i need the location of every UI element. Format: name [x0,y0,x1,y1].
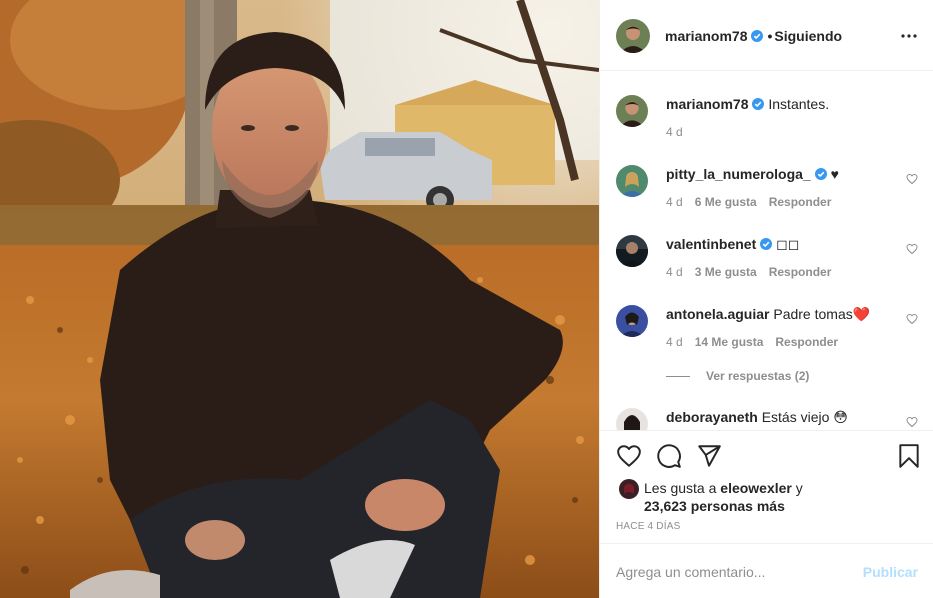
author-username[interactable]: marianom78 [665,28,747,44]
comment-input[interactable] [616,561,846,583]
likes-text: Les gusta a eleowexler y 23,623 personas… [644,479,803,515]
comment-username[interactable]: deborayaneth [666,409,758,425]
comment-body: valentinbenet ◻◻ [666,235,896,253]
comment-text: ◻◻ [776,236,800,252]
likes-conjunction: y [795,480,803,496]
share-icon[interactable] [696,443,722,469]
comment-username[interactable]: antonela.aguiar [666,306,769,322]
caption-meta: 4 d [666,125,695,139]
comment-time[interactable]: 4 d [666,265,683,279]
header-user-line: marianom78 • Siguiendo [665,27,842,45]
comment-username[interactable]: valentinbenet [666,236,756,252]
comment-meta: 4 d 6 Me gusta Responder [666,195,843,209]
comments-list[interactable]: marianom78 Instantes. 4 d pitty_la_numer… [600,72,933,430]
caption-text: Instantes. [768,96,830,112]
verified-badge-icon [752,98,765,110]
post-timestamp[interactable]: Hace 4 días [616,521,680,532]
post-actions: Les gusta a eleowexler y 23,623 personas… [600,430,933,543]
likes-prefix: Les gusta a [644,480,717,496]
view-replies-button[interactable]: Ver respuestas (2) [666,369,809,383]
comment-like-heart-icon[interactable] [906,313,918,325]
verified-badge-icon [751,30,764,42]
bookmark-icon[interactable] [896,443,922,469]
liker-username[interactable]: eleowexler [720,480,792,496]
commenter-avatar[interactable] [616,408,648,430]
verified-badge-icon [760,238,773,250]
caption-body: marianom78 Instantes. [666,95,896,113]
publish-button[interactable]: Publicar [863,564,918,580]
post-photo[interactable] [0,0,599,598]
replies-divider [666,376,690,378]
comment-like-heart-icon[interactable] [906,243,918,255]
verified-badge-icon [814,168,827,180]
comment-body: pitty_la_numerologa_ ♥ [666,165,896,183]
comment-time[interactable]: 4 d [666,195,683,209]
author-avatar[interactable] [616,19,650,53]
more-options-icon[interactable] [900,27,918,45]
comment-meta: 4 d 14 Me gusta Responder [666,335,850,349]
comment-like-heart-icon[interactable] [906,173,918,185]
comment-text: ♥ [830,166,839,182]
add-comment-bar: Publicar [600,543,933,598]
comment-body: antonela.aguiar Padre tomas❤️ [666,305,896,323]
comment-text: Estás viejo 😳 [761,409,848,425]
reply-button[interactable]: Responder [769,265,832,279]
caption-time[interactable]: 4 d [666,125,683,139]
following-button[interactable]: Siguiendo [774,28,842,44]
commenter-avatar[interactable] [616,235,648,267]
post-details-panel: marianom78 • Siguiendo marianom78 Instante… [599,0,933,598]
comment-text: Padre tomas❤️ [773,306,871,322]
comment-time[interactable]: 4 d [666,335,683,349]
comment-likes[interactable]: 14 Me gusta [695,335,764,349]
commenter-avatar[interactable] [616,165,648,197]
commenter-avatar[interactable] [616,305,648,337]
separator-dot: • [767,28,773,44]
comment-like-heart-icon[interactable] [906,416,918,428]
liker-avatar[interactable] [619,479,639,499]
view-replies-label: Ver respuestas (2) [706,369,810,383]
comment-username[interactable]: pitty_la_numerologa_ [666,166,811,182]
post-header: marianom78 • Siguiendo [600,0,933,71]
comment-icon[interactable] [656,443,682,469]
post-image [0,0,599,598]
comment-body: deborayaneth Estás viejo 😳 [666,408,896,426]
caption-avatar[interactable] [616,95,648,127]
reply-button[interactable]: Responder [775,335,838,349]
comment-likes[interactable]: 3 Me gusta [695,265,757,279]
heart-icon[interactable] [616,443,642,469]
reply-button[interactable]: Responder [769,195,832,209]
comment-meta: 4 d 3 Me gusta Responder [666,265,843,279]
comment-likes[interactable]: 6 Me gusta [695,195,757,209]
caption-username[interactable]: marianom78 [666,96,748,112]
likes-count[interactable]: 23,623 personas más [644,498,785,514]
